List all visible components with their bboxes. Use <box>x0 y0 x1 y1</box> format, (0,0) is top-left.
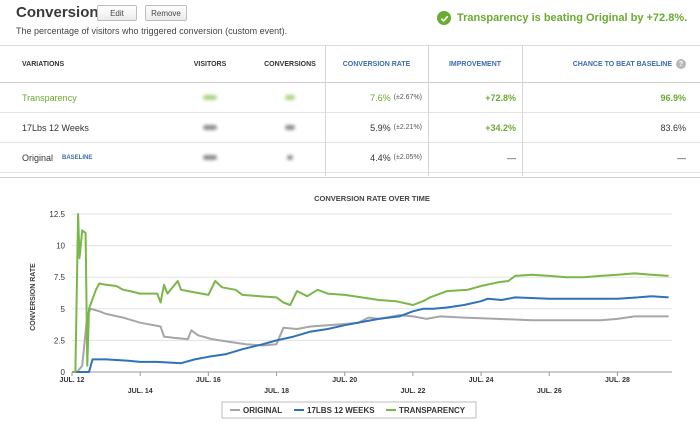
x-tick-label: JUL. 20 <box>332 377 357 384</box>
legend-label[interactable]: ORIGINAL <box>243 406 282 415</box>
series-line-2[interactable] <box>72 213 669 373</box>
x-tick-label: JUL. 14 <box>128 388 153 395</box>
improvement-value: +72.8% <box>485 92 516 103</box>
y-tick-label: 7.5 <box>54 273 66 282</box>
rate-value: 5.9% <box>370 122 391 133</box>
y-axis-label: CONVERSION RATE <box>30 263 37 331</box>
x-tick-label: JUL. 24 <box>469 377 494 384</box>
x-tick-label: JUL. 16 <box>196 377 221 384</box>
column-divider <box>522 45 523 176</box>
col-conversions[interactable]: CONVERSIONS <box>255 46 325 82</box>
y-tick-label: 10 <box>56 242 65 251</box>
col-chance-to-beat[interactable]: CHANCE TO BEAT BASELINE ? <box>522 46 700 82</box>
table-row: 17Lbs 12 Weeks 5.9% (±2.21%) +34.2% 83.6… <box>0 113 700 143</box>
legend-label[interactable]: TRANSPARENCY <box>399 406 466 415</box>
x-tick-label: JUL. 18 <box>264 388 289 395</box>
y-tick-label: 0 <box>61 368 66 377</box>
variation-name[interactable]: Original BASELINE <box>22 143 92 172</box>
rate-value: 4.4% <box>370 152 391 163</box>
x-tick-label: JUL. 28 <box>605 377 630 384</box>
conversions-blurred <box>255 83 325 112</box>
y-tick-label: 5 <box>61 305 66 314</box>
metric-title: Conversion <box>16 4 99 21</box>
col-variations[interactable]: VARIATIONS <box>22 46 64 82</box>
edit-button[interactable]: Edit <box>97 5 137 21</box>
visitors-blurred <box>175 113 245 142</box>
x-tick-label: JUL. 22 <box>400 388 425 395</box>
y-tick-label: 2.5 <box>54 336 66 345</box>
conversion-rate-chart[interactable]: CONVERSION RATE OVER TIME 0 2.5 5 7.5 10 12.5 J… <box>0 178 700 442</box>
legend-label[interactable]: 17LBS 12 WEEKS <box>307 406 375 415</box>
variation-label: Original <box>22 152 54 163</box>
help-icon[interactable]: ? <box>676 59 686 69</box>
table-row: Original BASELINE 4.4% (±2.05%) — — <box>0 143 700 173</box>
visitors-blurred <box>175 143 245 172</box>
chance-value: 83.6% <box>660 122 686 133</box>
metric-subtitle: The percentage of visitors who triggered… <box>16 26 288 36</box>
baseline-tag: BASELINE <box>62 154 93 161</box>
variation-name[interactable]: 17Lbs 12 Weeks <box>22 113 89 142</box>
remove-button[interactable]: Remove <box>145 5 187 21</box>
column-divider <box>325 45 326 176</box>
col-chance-label: CHANCE TO BEAT BASELINE <box>572 60 672 68</box>
chart-panel: CONVERSION RATE OVER TIME 0 2.5 5 7.5 10 12.5 J… <box>0 177 700 442</box>
col-visitors[interactable]: VISITORS <box>175 46 245 82</box>
rate-error: (±2.67%) <box>393 94 422 101</box>
winner-banner: Transparency is beating Original by +72.… <box>437 11 687 25</box>
y-tick-label: 12.5 <box>49 210 65 219</box>
variation-name[interactable]: Transparency <box>22 83 77 112</box>
improvement-value: — <box>507 152 516 163</box>
conversions-blurred <box>255 113 325 142</box>
col-improvement[interactable]: IMPROVEMENT <box>428 46 522 82</box>
rate-value: 7.6% <box>370 92 391 103</box>
chance-value: 96.9% <box>660 92 686 103</box>
results-table: VARIATIONS VISITORS CONVERSIONS CONVERSI… <box>0 45 700 173</box>
metric-header: Conversion Edit Remove The percentage of… <box>0 0 700 44</box>
conversions-blurred <box>255 143 325 172</box>
x-tick-label: JUL. 12 <box>60 377 85 384</box>
visitors-blurred <box>175 83 245 112</box>
check-circle-icon <box>437 11 451 25</box>
x-tick-label: JUL. 26 <box>537 388 562 395</box>
column-divider <box>428 45 429 176</box>
table-row: Transparency 7.6% (±2.67%) +72.8% 96.9% <box>0 83 700 113</box>
series-line-1[interactable] <box>72 295 669 373</box>
conversion-rate: 5.9% (±2.21%) <box>325 113 428 142</box>
conversion-rate: 4.4% (±2.05%) <box>325 143 428 172</box>
col-conversion-rate[interactable]: CONVERSION RATE <box>325 46 428 82</box>
rate-error: (±2.21%) <box>393 124 422 131</box>
conversion-rate: 7.6% (±2.67%) <box>325 83 428 112</box>
chart-title: CONVERSION RATE OVER TIME <box>314 194 430 203</box>
rate-error: (±2.05%) <box>393 154 422 161</box>
table-header-row: VARIATIONS VISITORS CONVERSIONS CONVERSI… <box>0 46 700 83</box>
improvement-value: +34.2% <box>485 122 516 133</box>
chance-value: — <box>677 152 686 163</box>
winner-banner-text: Transparency is beating Original by +72.… <box>457 12 688 24</box>
